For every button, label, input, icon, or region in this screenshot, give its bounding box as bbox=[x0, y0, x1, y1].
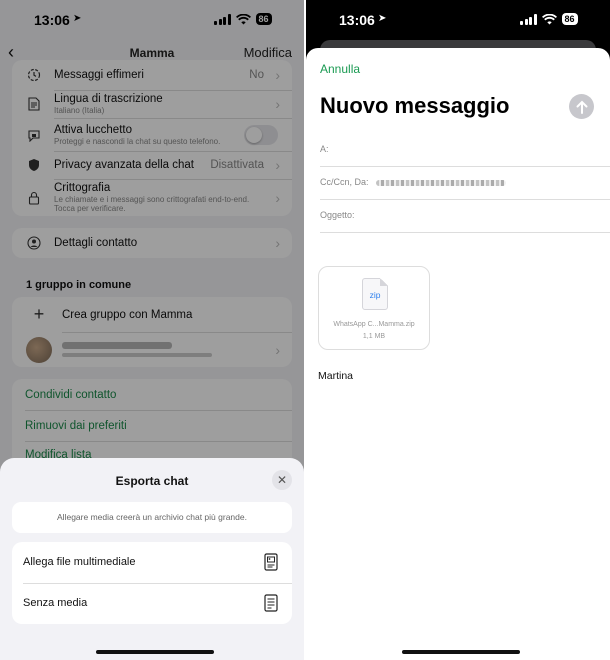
signature[interactable]: Martina bbox=[318, 370, 353, 382]
subject-field[interactable]: Oggetto: bbox=[320, 200, 610, 233]
location-arrow-icon: ➤ bbox=[378, 13, 387, 24]
attachment-name: WhatsApp C...Mamma.zip bbox=[333, 321, 415, 328]
media-file-icon bbox=[264, 553, 278, 576]
cancel-button[interactable]: Annulla bbox=[320, 62, 360, 76]
cc-from-field[interactable]: Cc/Ccn, Da: bbox=[320, 167, 610, 200]
without-media-option[interactable]: Senza media bbox=[12, 583, 292, 624]
send-button[interactable] bbox=[569, 94, 594, 119]
sheet-note: Allegare media creerà un archivio chat p… bbox=[12, 502, 292, 533]
signal-icon bbox=[520, 13, 537, 25]
sheet-title: Esporta chat bbox=[115, 474, 189, 488]
battery-icon: 86 bbox=[561, 13, 578, 25]
export-options: Allega file multimediale Senza media bbox=[12, 542, 292, 624]
subject-label: Oggetto: bbox=[320, 210, 355, 220]
attachment-card[interactable]: zip WhatsApp C...Mamma.zip 1,1 MB bbox=[318, 266, 430, 350]
home-indicator bbox=[96, 650, 214, 654]
attach-media-option[interactable]: Allega file multimediale bbox=[12, 542, 292, 583]
option-label: Allega file multimediale bbox=[23, 556, 136, 568]
cc-label: Cc/Ccn, Da: bbox=[320, 177, 369, 187]
mail-compose-screen: 13:06 ➤ 86 Annulla Nuovo messaggio A: Cc… bbox=[306, 0, 610, 660]
close-icon[interactable]: ✕ bbox=[272, 470, 292, 490]
status-time: 13:06 bbox=[339, 12, 375, 28]
export-chat-sheet: Esporta chat ✕ Allegare media creerà un … bbox=[0, 458, 304, 660]
wifi-icon bbox=[541, 13, 557, 24]
file-type-label: zip bbox=[369, 290, 381, 300]
to-label: A: bbox=[320, 144, 329, 154]
status-bar: 13:06 ➤ 86 bbox=[306, 0, 610, 38]
compose-sheet: Annulla Nuovo messaggio A: Cc/Ccn, Da: O… bbox=[306, 48, 610, 660]
attachment-size: 1,1 MB bbox=[362, 333, 386, 340]
whatsapp-contact-screen: 13:06 ➤ 86 ‹ Mamma Modifica Messaggi eff… bbox=[0, 0, 304, 660]
redacted-address bbox=[376, 180, 506, 186]
arrow-up-icon bbox=[576, 100, 587, 114]
home-indicator bbox=[402, 650, 520, 654]
to-field[interactable]: A: bbox=[320, 134, 610, 167]
zip-file-icon: zip bbox=[362, 278, 388, 310]
text-file-icon bbox=[264, 594, 278, 617]
option-label: Senza media bbox=[23, 597, 88, 609]
compose-title: Nuovo messaggio bbox=[320, 93, 510, 118]
